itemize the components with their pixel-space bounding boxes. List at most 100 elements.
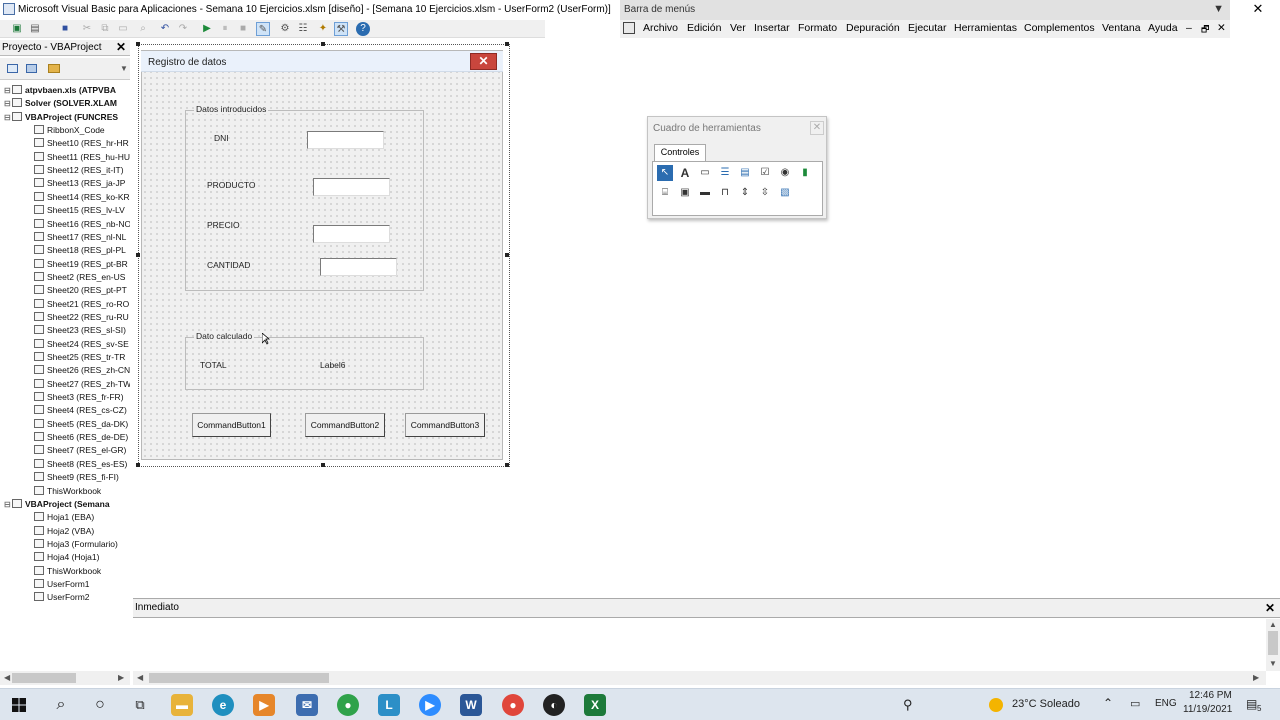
scroll-down-icon[interactable]: ▼ <box>1269 659 1277 668</box>
userform-close-button[interactable]: ✕ <box>470 53 497 70</box>
scroll-left-icon[interactable]: ◀ <box>4 673 10 682</box>
window-close-button[interactable]: ✕ <box>1250 1 1266 17</box>
help-icon[interactable]: ? <box>356 22 370 36</box>
windows-start-icon[interactable] <box>12 698 26 712</box>
tree-item[interactable]: Sheet21 (RES_ro-RO <box>34 298 129 311</box>
resize-handle[interactable] <box>505 42 509 46</box>
tree-item[interactable]: Sheet6 (RES_de-DE) <box>34 431 128 444</box>
listbox-tool-icon[interactable]: ▤ <box>737 165 753 181</box>
object-browser-icon[interactable]: ✦ <box>316 22 330 36</box>
tree-item[interactable]: Sheet22 (RES_ru-RU <box>34 311 129 324</box>
insert-userform-icon[interactable]: ▤ <box>28 22 42 36</box>
resize-handle[interactable] <box>136 463 140 467</box>
tree-item[interactable]: Sheet15 (RES_lv-LV <box>34 204 125 217</box>
project-explorer-icon[interactable]: ⚙ <box>278 22 292 36</box>
tree-item[interactable]: Sheet26 (RES_zh-CN <box>34 364 130 377</box>
menu-edicion[interactable]: Edición <box>687 22 721 34</box>
tree-item[interactable]: Sheet4 (RES_cs-CZ) <box>34 404 127 417</box>
toolbox-close-button[interactable]: ✕ <box>810 121 824 135</box>
cortana-icon[interactable]: ○ <box>89 694 111 716</box>
textbox-cantidad[interactable] <box>320 258 397 276</box>
media-player-icon[interactable]: ▶ <box>253 694 275 716</box>
cut-icon[interactable]: ✂ <box>80 22 94 36</box>
scroll-thumb[interactable] <box>1268 631 1278 655</box>
mdi-close-button[interactable]: ✕ <box>1217 22 1226 34</box>
tree-item[interactable]: Hoja1 (EBA) <box>34 511 94 524</box>
weather-sun-icon[interactable] <box>989 698 1003 712</box>
menu-herramientas[interactable]: Herramientas <box>954 22 1017 34</box>
label-tool-icon[interactable]: A <box>677 165 693 181</box>
tree-project-node[interactable]: ⊟ atpvbaen.xls (ATPVBA <box>4 84 116 97</box>
scroll-left-icon[interactable]: ◀ <box>137 673 143 682</box>
battery-icon[interactable]: ▭ <box>1130 697 1140 710</box>
toggle-folders-icon[interactable] <box>48 64 60 73</box>
expand-icon[interactable]: ⊟ <box>4 84 12 97</box>
resize-handle[interactable] <box>321 42 325 46</box>
expand-icon[interactable]: ⊟ <box>4 498 12 511</box>
textbox-tool-icon[interactable]: ▭ <box>697 165 713 181</box>
chrome-profile-icon[interactable]: ● <box>502 694 524 716</box>
people-icon[interactable]: ⚲ <box>903 697 913 713</box>
tree-project-node[interactable]: ⊟ VBAProject (FUNCRES <box>4 111 118 124</box>
tree-item[interactable]: Sheet20 (RES_pt-PT <box>34 284 127 297</box>
paste-icon[interactable]: ▭ <box>116 22 130 36</box>
textbox-producto[interactable] <box>313 178 390 196</box>
toolbox-icon[interactable]: ⚒ <box>334 22 348 36</box>
undo-icon[interactable]: ↶ <box>158 22 172 36</box>
l-app-icon[interactable]: L <box>378 694 400 716</box>
menu-formato[interactable]: Formato <box>798 22 837 34</box>
immediate-close-button[interactable]: ✕ <box>1263 601 1277 615</box>
project-pane-close-button[interactable]: ✕ <box>114 40 128 55</box>
resize-handle[interactable] <box>136 42 140 46</box>
tree-item[interactable]: Sheet2 (RES_en-US <box>34 271 125 284</box>
menu-archivo[interactable]: Archivo <box>643 22 678 34</box>
tree-item[interactable]: Sheet5 (RES_da-DK) <box>34 418 128 431</box>
tree-item[interactable]: Hoja2 (VBA) <box>34 525 94 538</box>
menu-ventana[interactable]: Ventana <box>1102 22 1141 34</box>
command-button-1[interactable]: CommandButton1 <box>192 413 271 437</box>
spinbutton-tool-icon[interactable]: ⇳ <box>757 185 773 201</box>
immediate-hscrollbar[interactable]: ◀ ▶ <box>133 671 1266 685</box>
menu-depuracion[interactable]: Depuración <box>846 22 900 34</box>
scrollbar-tool-icon[interactable]: ⇕ <box>737 185 753 201</box>
image-tool-icon[interactable]: ▧ <box>777 185 793 201</box>
resize-handle[interactable] <box>136 253 140 257</box>
tree-item[interactable]: Sheet27 (RES_zh-TW <box>34 378 130 391</box>
save-icon[interactable]: ■ <box>58 22 72 36</box>
break-icon[interactable]: ⏸ <box>218 22 232 36</box>
tree-project-node[interactable]: ⊟ Solver (SOLVER.XLAM <box>4 97 117 110</box>
excel-icon[interactable]: X <box>584 694 606 716</box>
vba-menu-icon[interactable] <box>623 22 635 34</box>
tree-item[interactable]: Hoja4 (Hoja1) <box>34 551 99 564</box>
menu-ejecutar[interactable]: Ejecutar <box>908 22 947 34</box>
zoom-icon[interactable]: ▶ <box>419 694 441 716</box>
clock-time[interactable]: 12:46 PM <box>1189 690 1232 701</box>
resize-handle[interactable] <box>321 463 325 467</box>
immediate-vscrollbar[interactable]: ▲ ▼ <box>1266 619 1280 671</box>
tree-item[interactable]: Sheet18 (RES_pl-PL <box>34 244 126 257</box>
combobox-tool-icon[interactable]: ☰ <box>717 165 733 181</box>
project-hscrollbar[interactable]: ◀ ▶ <box>0 671 130 685</box>
tree-item[interactable]: UserForm1 <box>34 578 90 591</box>
commandbutton-tool-icon[interactable]: ▣ <box>677 185 693 201</box>
expand-icon[interactable]: ⊟ <box>4 97 12 110</box>
tabstrip-tool-icon[interactable]: ▬ <box>697 185 713 201</box>
search-icon[interactable]: ⌕ <box>50 694 72 716</box>
textbox-dni[interactable] <box>307 131 384 149</box>
tree-item[interactable]: Sheet10 (RES_hr-HR <box>34 137 129 150</box>
scroll-down-icon[interactable]: ▼ <box>120 64 128 73</box>
word-icon[interactable]: W <box>460 694 482 716</box>
scroll-up-icon[interactable]: ▲ <box>1269 620 1277 629</box>
edge-icon[interactable]: e <box>212 694 234 716</box>
immediate-window[interactable] <box>133 619 1266 671</box>
checkbox-tool-icon[interactable]: ☑ <box>757 165 773 181</box>
weather-text[interactable]: 23°C Soleado <box>1012 698 1080 710</box>
tree-item[interactable]: Sheet11 (RES_hu-HU <box>34 151 130 164</box>
optionbutton-tool-icon[interactable]: ◉ <box>777 165 793 181</box>
command-button-3[interactable]: CommandButton3 <box>405 413 485 437</box>
tree-item[interactable]: Sheet3 (RES_fr-FR) <box>34 391 124 404</box>
file-explorer-icon[interactable]: ▬ <box>171 694 193 716</box>
view-code-icon[interactable] <box>7 64 18 73</box>
tree-item[interactable]: Sheet16 (RES_nb-NO <box>34 218 130 231</box>
tab-controles[interactable]: Controles <box>654 144 706 161</box>
